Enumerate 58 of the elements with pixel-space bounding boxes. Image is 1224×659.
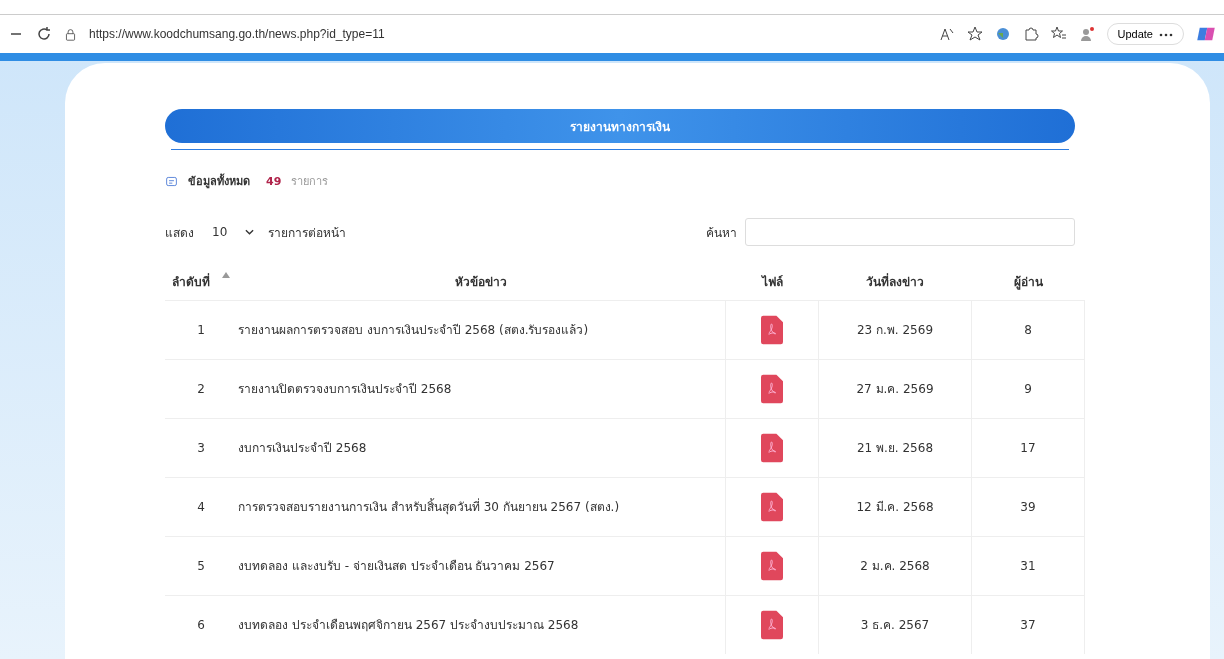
- news-title-link[interactable]: การตรวจสอบรายงานการเงิน สำหรับสิ้นสุดวันที่ 30 กันยายน 2567 (สตง.): [238, 500, 620, 514]
- lock-icon[interactable]: [64, 27, 77, 41]
- news-title-link[interactable]: งบการเงินประจำปี 2568: [238, 441, 367, 455]
- read-count: 37: [1020, 617, 1036, 632]
- search-field[interactable]: [745, 218, 1075, 246]
- row-number: 1: [197, 322, 205, 337]
- row-number: 3: [197, 440, 205, 455]
- puzzle-icon[interactable]: [1022, 26, 1039, 42]
- read-count: 9: [1024, 381, 1032, 396]
- post-date: 2 ม.ค. 2568: [860, 559, 930, 573]
- profile-icon[interactable]: [1078, 26, 1095, 42]
- news-title-link[interactable]: รายงานปิดตรวจงบการเงินประจำปี 2568: [238, 382, 452, 396]
- read-count: 31: [1020, 558, 1036, 573]
- column-header[interactable]: ลำดับที่: [172, 275, 210, 290]
- post-date: 12 มี.ค. 2568: [856, 500, 934, 514]
- read-count: 17: [1020, 440, 1036, 455]
- column-header[interactable]: วันที่ลงข่าว: [866, 275, 924, 290]
- row-number: 6: [197, 617, 205, 632]
- news-title-link[interactable]: งบทดลอง ประจำเดือนพฤศจิกายน 2567 ประจำงบประมาณ 2568: [238, 618, 579, 633]
- chevron-down-icon: [245, 229, 255, 235]
- row-number: 5: [197, 558, 205, 573]
- address-bar[interactable]: https://www.koodchumsang.go.th/news.php?id_type=11: [89, 27, 385, 41]
- row-number: 4: [197, 499, 205, 514]
- post-date: 3 ธ.ค. 2567: [860, 618, 930, 633]
- total-label: ข้อมูลทั้งหมด: [188, 172, 250, 190]
- per-page-label: รายการต่อหน้า: [268, 224, 347, 242]
- search-label: ค้นหา: [706, 224, 737, 242]
- sort-arrow-icon[interactable]: [222, 272, 230, 279]
- news-title-link[interactable]: งบทดลอง และงบรับ - จ่ายเงินสด ประจำเดือน ธันวาคม 2567: [238, 559, 555, 573]
- pdf-file-icon[interactable]: [761, 373, 783, 404]
- pdf-file-icon[interactable]: [761, 550, 783, 581]
- star-icon[interactable]: [966, 26, 983, 42]
- pdf-file-icon[interactable]: [761, 314, 783, 345]
- news-title-link[interactable]: รายงานผลการตรวจสอบ งบการเงินประจำปี 2568 (สตง.รับรองแล้ว): [238, 323, 589, 337]
- pdf-file-icon[interactable]: [761, 432, 783, 463]
- show-label: แสดง: [165, 224, 194, 242]
- total-count: 49: [266, 174, 282, 188]
- read-count: 8: [1024, 322, 1032, 337]
- column-header[interactable]: หัวข้อข่าว: [455, 275, 508, 290]
- refresh-icon[interactable]: [36, 26, 52, 42]
- update-button[interactable]: Update: [1106, 23, 1184, 45]
- list-icon: [165, 174, 178, 188]
- pdf-file-icon[interactable]: [761, 491, 783, 522]
- row-number: 2: [197, 381, 205, 396]
- page-size-select[interactable]: 10: [202, 219, 261, 245]
- total-unit: รายการ: [291, 174, 329, 190]
- column-header[interactable]: ผู้อ่าน: [1013, 275, 1043, 290]
- post-date: 27 ม.ค. 2569: [856, 382, 934, 396]
- favorites-icon[interactable]: [1050, 26, 1067, 42]
- pdf-file-icon[interactable]: [761, 609, 783, 640]
- more-icon[interactable]: [1159, 33, 1173, 38]
- post-date: 23 ก.พ. 2569: [856, 323, 934, 337]
- read-aloud-icon[interactable]: [938, 26, 955, 42]
- section-heading: รายงานทางการเงิน: [165, 109, 1075, 143]
- column-header[interactable]: ไฟล์: [761, 275, 783, 290]
- post-date: 21 พ.ย. 2568: [856, 441, 934, 455]
- globe-icon[interactable]: [994, 26, 1011, 42]
- read-count: 39: [1020, 499, 1036, 514]
